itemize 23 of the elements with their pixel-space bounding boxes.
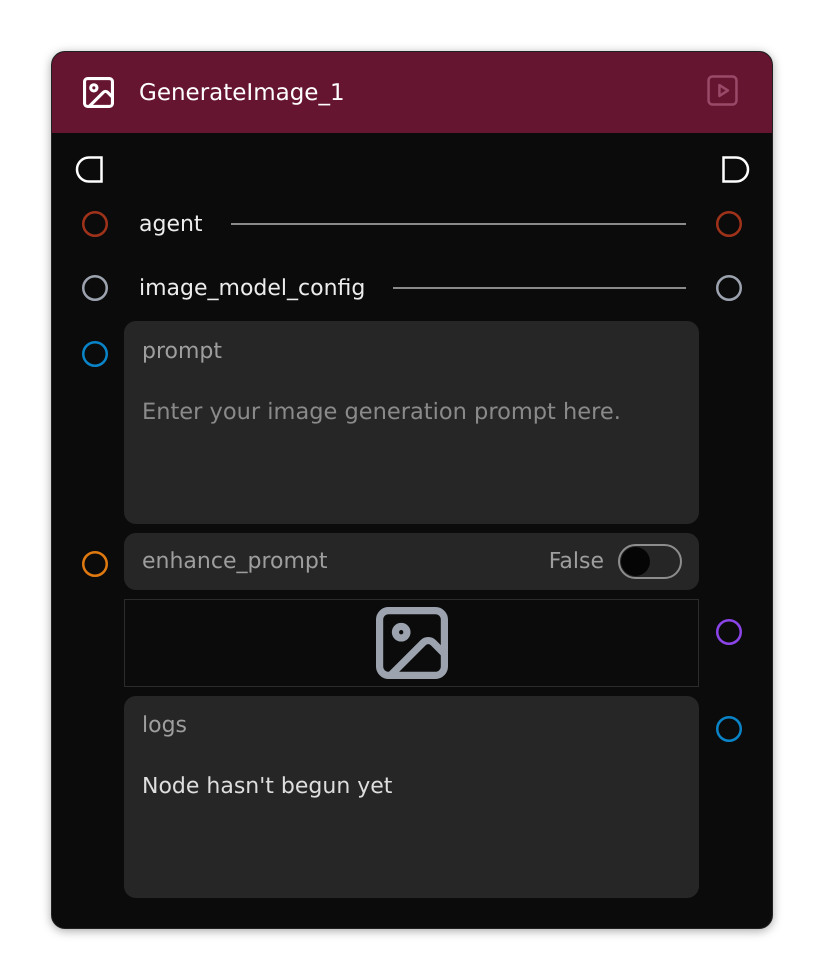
log-text: Node hasn't begun yet (142, 774, 392, 800)
ring-handle-icon[interactable] (82, 211, 108, 237)
ring-handle-icon[interactable] (716, 275, 742, 301)
field-label: enhance_prompt (142, 548, 328, 574)
ring-handle-icon[interactable] (82, 341, 108, 367)
half-round-handle-icon[interactable] (75, 156, 103, 183)
field-label: prompt (142, 339, 222, 365)
half-round-handle-icon[interactable] (722, 156, 750, 183)
ring-handle-icon[interactable] (716, 716, 742, 742)
image-icon (83, 77, 114, 108)
prompt-field[interactable]: prompt Enter your image generation prompt here. (124, 321, 699, 524)
port-label: agent (138, 212, 203, 236)
image-icon (376, 607, 448, 679)
ring-handle-icon[interactable] (716, 619, 742, 645)
port-label: image_model_config (138, 276, 366, 300)
node-title: GenerateImage_1 (139, 80, 345, 106)
ring-handle-icon[interactable] (82, 275, 108, 301)
toggle-switch[interactable] (618, 544, 682, 579)
toggle-value: False (548, 549, 604, 574)
ring-handle-icon[interactable] (82, 551, 108, 577)
prompt-input[interactable]: Enter your image generation prompt here. (142, 399, 681, 510)
field-label: logs (142, 713, 187, 739)
ring-handle-icon[interactable] (716, 211, 742, 237)
